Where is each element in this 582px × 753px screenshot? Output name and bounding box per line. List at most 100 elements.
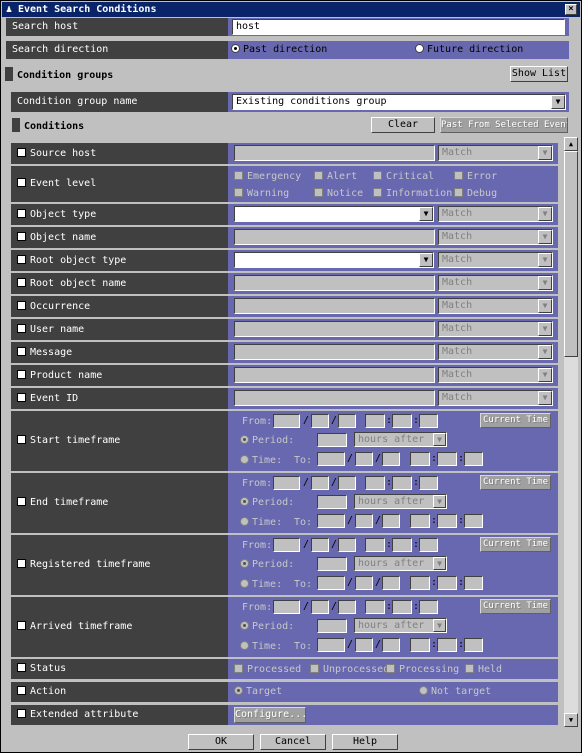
root-object-type-select[interactable]: ▼ bbox=[234, 252, 434, 268]
start-timeframe-to-field-0[interactable] bbox=[317, 452, 345, 466]
registered-timeframe-to-field-4[interactable] bbox=[437, 576, 457, 590]
occurrence-input[interactable] bbox=[234, 298, 435, 314]
root-object-name-input[interactable] bbox=[234, 275, 435, 291]
status-label[interactable]: Status bbox=[11, 659, 228, 679]
registered-timeframe-to-field-0[interactable] bbox=[317, 576, 345, 590]
end-timeframe-to-field-2[interactable] bbox=[382, 514, 400, 528]
source-host-label[interactable]: Source host bbox=[11, 143, 228, 164]
unprocessed-checkbox[interactable]: Unprocessed bbox=[310, 664, 389, 675]
chevron-down-icon[interactable]: ▼ bbox=[538, 322, 552, 336]
end-timeframe-to-field-0[interactable] bbox=[317, 514, 345, 528]
registered-timeframe-time-radio[interactable]: Time: bbox=[240, 579, 282, 590]
user-name-match-select[interactable]: Match ▼ bbox=[438, 321, 553, 337]
processed-checkbox[interactable]: Processed bbox=[234, 664, 301, 675]
scroll-down-icon[interactable]: ▼ bbox=[564, 713, 578, 727]
registered-timeframe-from-field-3[interactable] bbox=[365, 538, 385, 552]
arrived-timeframe-to-field-3[interactable] bbox=[410, 638, 430, 652]
arrived-timeframe-period-radio[interactable]: Period: bbox=[240, 621, 294, 632]
checkbox[interactable] bbox=[454, 171, 463, 180]
event-id-input[interactable] bbox=[234, 390, 435, 406]
end-timeframe-from-field-0[interactable] bbox=[273, 476, 300, 490]
chevron-down-icon[interactable]: ▼ bbox=[433, 557, 446, 570]
start-timeframe-to-field-1[interactable] bbox=[355, 452, 373, 466]
future-direction-radio[interactable]: Future direction bbox=[415, 44, 523, 55]
arrived-timeframe-current-time-button[interactable]: Current Time bbox=[480, 599, 551, 614]
ok-button[interactable]: OK bbox=[188, 734, 254, 750]
arrived-timeframe-from-field-4[interactable] bbox=[392, 600, 412, 614]
notice-checkbox[interactable]: Notice bbox=[314, 188, 363, 199]
registered-timeframe-to-field-1[interactable] bbox=[355, 576, 373, 590]
arrived-timeframe-to-field-0[interactable] bbox=[317, 638, 345, 652]
alert-checkbox[interactable]: Alert bbox=[314, 171, 357, 182]
scroll-thumb[interactable] bbox=[564, 151, 578, 357]
arrived-timeframe-period-field[interactable] bbox=[317, 619, 347, 633]
start-timeframe-from-field-2[interactable] bbox=[338, 414, 356, 428]
arrived-timeframe-to-field-4[interactable] bbox=[437, 638, 457, 652]
start-timeframe-from-field-1[interactable] bbox=[311, 414, 329, 428]
product-name-input[interactable] bbox=[234, 367, 435, 383]
object-name-match-select[interactable]: Match ▼ bbox=[438, 229, 553, 245]
object-name-input[interactable] bbox=[234, 229, 435, 245]
chevron-down-icon[interactable]: ▼ bbox=[538, 230, 552, 244]
registered-timeframe-from-field-0[interactable] bbox=[273, 538, 300, 552]
registered-timeframe-period-field[interactable] bbox=[317, 557, 347, 571]
start-timeframe-from-field-4[interactable] bbox=[392, 414, 412, 428]
checkbox[interactable] bbox=[17, 393, 26, 402]
chevron-down-icon[interactable]: ▼ bbox=[433, 619, 446, 632]
checkbox[interactable] bbox=[465, 664, 474, 673]
chevron-down-icon[interactable]: ▼ bbox=[538, 207, 552, 221]
arrived-timeframe-to-field-2[interactable] bbox=[382, 638, 400, 652]
checkbox[interactable] bbox=[17, 232, 26, 241]
chevron-down-icon[interactable]: ▼ bbox=[538, 368, 552, 382]
arrived-timeframe-hours-after-select[interactable]: hours after ▼ bbox=[354, 618, 447, 633]
end-timeframe-current-time-button[interactable]: Current Time bbox=[480, 475, 551, 490]
checkbox[interactable] bbox=[17, 347, 26, 356]
arrived-timeframe-from-field-2[interactable] bbox=[338, 600, 356, 614]
arrived-timeframe-from-field-1[interactable] bbox=[311, 600, 329, 614]
conditions-scrollbar[interactable]: ▲ ▼ bbox=[564, 137, 578, 727]
extended-attribute-label[interactable]: Extended attribute bbox=[11, 705, 228, 725]
checkbox[interactable] bbox=[17, 435, 26, 444]
cancel-button[interactable]: Cancel bbox=[260, 734, 326, 750]
start-timeframe-from-field-5[interactable] bbox=[419, 414, 438, 428]
message-input[interactable] bbox=[234, 344, 435, 360]
held-checkbox[interactable]: Held bbox=[465, 664, 502, 675]
arrived-timeframe-from-field-0[interactable] bbox=[273, 600, 300, 614]
condition-group-name-select[interactable]: Existing conditions group ▼ bbox=[232, 94, 566, 110]
checkbox[interactable] bbox=[17, 686, 26, 695]
source-host-input[interactable] bbox=[234, 145, 435, 161]
checkbox[interactable] bbox=[17, 709, 26, 718]
end-timeframe-time-radio[interactable]: Time: bbox=[240, 517, 282, 528]
registered-timeframe-hours-after-select[interactable]: hours after ▼ bbox=[354, 556, 447, 571]
chevron-down-icon[interactable]: ▼ bbox=[538, 391, 552, 405]
checkbox[interactable] bbox=[17, 497, 26, 506]
checkbox[interactable] bbox=[17, 559, 26, 568]
chevron-down-icon[interactable]: ▼ bbox=[538, 253, 552, 267]
registered-timeframe-to-field-2[interactable] bbox=[382, 576, 400, 590]
registered-timeframe-to-field-3[interactable] bbox=[410, 576, 430, 590]
checkbox[interactable] bbox=[373, 188, 382, 197]
processing-checkbox[interactable]: Processing bbox=[386, 664, 459, 675]
start-timeframe-current-time-button[interactable]: Current Time bbox=[480, 413, 551, 428]
arrived-timeframe-to-field-1[interactable] bbox=[355, 638, 373, 652]
configure-button[interactable]: Configure... bbox=[234, 707, 306, 723]
start-timeframe-label[interactable]: Start timeframe bbox=[11, 411, 228, 471]
object-type-select[interactable]: ▼ bbox=[234, 206, 434, 222]
help-button[interactable]: Help bbox=[332, 734, 398, 750]
root-object-name-match-select[interactable]: Match ▼ bbox=[438, 275, 553, 291]
product-name-label[interactable]: Product name bbox=[11, 365, 228, 386]
error-checkbox[interactable]: Error bbox=[454, 171, 497, 182]
registered-timeframe-current-time-button[interactable]: Current Time bbox=[480, 537, 551, 552]
start-timeframe-to-field-3[interactable] bbox=[410, 452, 430, 466]
end-timeframe-label[interactable]: End timeframe bbox=[11, 473, 228, 533]
checkbox[interactable] bbox=[373, 171, 382, 180]
message-match-select[interactable]: Match ▼ bbox=[438, 344, 553, 360]
end-timeframe-from-field-3[interactable] bbox=[365, 476, 385, 490]
chevron-down-icon[interactable]: ▼ bbox=[419, 253, 433, 267]
registered-timeframe-period-radio[interactable]: Period: bbox=[240, 559, 294, 570]
end-timeframe-to-field-5[interactable] bbox=[464, 514, 483, 528]
critical-checkbox[interactable]: Critical bbox=[373, 171, 434, 182]
checkbox[interactable] bbox=[310, 664, 319, 673]
warning-checkbox[interactable]: Warning bbox=[234, 188, 289, 199]
user-name-input[interactable] bbox=[234, 321, 435, 337]
